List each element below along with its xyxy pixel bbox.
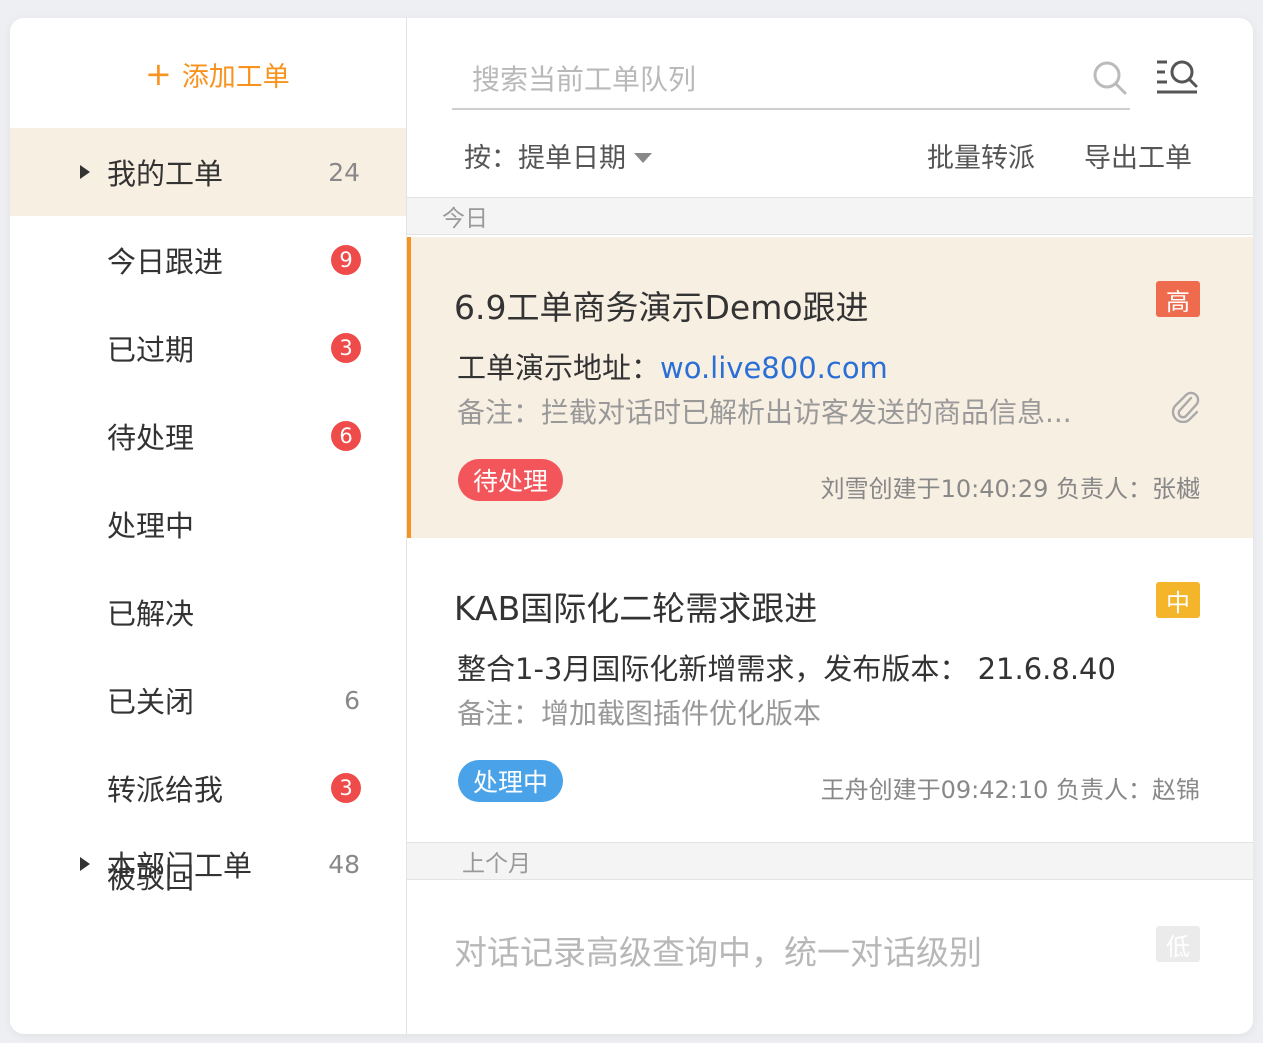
sidebar-item-label: 处理中 (107, 509, 195, 543)
priority-badge: 低 (1156, 926, 1200, 962)
group-header-last-month: 上个月 (407, 842, 1253, 880)
sidebar-item-label: 今日跟进 (107, 245, 224, 279)
unread-badge: 9 (331, 245, 361, 275)
plus-icon: + (145, 55, 172, 93)
sort-dropdown[interactable]: 按：提单日期 (464, 136, 652, 175)
sidebar-item-label: 待处理 (107, 421, 195, 455)
ticket-card[interactable]: KAB国际化二轮需求跟进 中 整合1-3月国际化新增需求，发布版本： 21.6.… (407, 538, 1253, 840)
sidebar-item-label: 已关闭 (107, 685, 195, 719)
priority-badge: 高 (1156, 281, 1200, 317)
caret-right-icon (80, 165, 90, 179)
sidebar-item-label: 本部门工单 (107, 849, 253, 883)
sidebar-item-my-tickets[interactable]: 我的工单 24 (10, 128, 406, 216)
sidebar-item-count: 24 (328, 157, 360, 187)
search-icon[interactable] (1090, 58, 1130, 98)
ticket-note: 备注：拦截对话时已解析出访客发送的商品信息... (457, 396, 1072, 429)
search-input[interactable] (452, 61, 1074, 97)
demo-link[interactable]: wo.live800.com (660, 351, 888, 385)
ticket-meta: 刘雪创建于10:40:29 负责人：张樾 (820, 475, 1200, 503)
export-tickets-button[interactable]: 导出工单 (1084, 136, 1192, 175)
sidebar-item-label: 转派给我 (107, 773, 224, 807)
list-toolbar: 按：提单日期 批量转派 导出工单 (407, 128, 1253, 198)
chevron-down-icon (634, 152, 652, 163)
sidebar-item-count: 6 (344, 685, 360, 715)
ticket-title: KAB国际化二轮需求跟进 (454, 589, 818, 628)
unread-badge: 3 (331, 773, 361, 803)
add-ticket-button[interactable]: + 添加工单 (145, 54, 290, 94)
sort-label: 按：提单日期 (464, 143, 626, 174)
status-badge: 处理中 (458, 760, 564, 802)
sidebar-nav: 我的工单 24 今日跟进 9 已过期 3 待处理 6 处理中 已解决 已关闭 6… (10, 128, 406, 920)
ticket-meta: 王舟创建于09:42:10 负责人：赵锦 (820, 776, 1200, 804)
ticket-detail: 整合1-3月国际化新增需求，发布版本： 21.6.8.40 (457, 652, 1116, 686)
sidebar-item-assigned-to-me[interactable]: 转派给我 3 (10, 744, 406, 832)
status-badge: 待处理 (458, 459, 564, 501)
batch-transfer-button[interactable]: 批量转派 (927, 136, 1035, 175)
ticket-app: + 添加工单 我的工单 24 今日跟进 9 已过期 3 待处理 6 处理中 已解… (10, 18, 1253, 1034)
ticket-card[interactable]: 对话记录高级查询中，统一对话级别 低 (407, 882, 1253, 1034)
ticket-title: 6.9工单商务演示Demo跟进 (454, 288, 869, 327)
sidebar-item-count: 48 (328, 849, 360, 879)
ticket-note: 备注：增加截图插件优化版本 (457, 697, 822, 730)
sidebar-item-label: 已解决 (107, 597, 195, 631)
ticket-title: 对话记录高级查询中，统一对话级别 (454, 933, 982, 972)
advanced-search-icon[interactable] (1155, 56, 1199, 96)
sidebar-item-label: 已过期 (107, 333, 195, 367)
priority-badge: 中 (1156, 582, 1200, 618)
search-bar (452, 50, 1130, 110)
sidebar-item-resolved[interactable]: 已解决 (10, 568, 406, 656)
sidebar-item-label: 我的工单 (107, 157, 224, 191)
ticket-card[interactable]: 6.9工单商务演示Demo跟进 高 工单演示地址：wo.live800.com … (407, 237, 1253, 538)
attachment-icon[interactable] (1170, 389, 1200, 423)
sidebar-item-today-followup[interactable]: 今日跟进 9 (10, 216, 406, 304)
sidebar-item-dept-tickets[interactable]: 本部门工单 48 (10, 820, 406, 908)
sidebar: + 添加工单 我的工单 24 今日跟进 9 已过期 3 待处理 6 处理中 已解… (10, 18, 407, 1034)
sidebar-item-closed[interactable]: 已关闭 6 (10, 656, 406, 744)
unread-badge: 6 (331, 421, 361, 451)
sidebar-item-in-progress[interactable]: 处理中 (10, 480, 406, 568)
ticket-list-pane: 按：提单日期 批量转派 导出工单 今日 6.9工单商务演示Demo跟进 高 工单… (407, 18, 1253, 1034)
caret-right-icon (80, 857, 90, 871)
ticket-detail-label: 工单演示地址： (457, 351, 661, 385)
ticket-detail: 工单演示地址：wo.live800.com (457, 345, 888, 387)
sidebar-item-pending[interactable]: 待处理 6 (10, 392, 406, 480)
group-header-today: 今日 (407, 197, 1253, 235)
sidebar-item-expired[interactable]: 已过期 3 (10, 304, 406, 392)
unread-badge: 3 (331, 333, 361, 363)
add-ticket-label: 添加工单 (181, 61, 290, 93)
